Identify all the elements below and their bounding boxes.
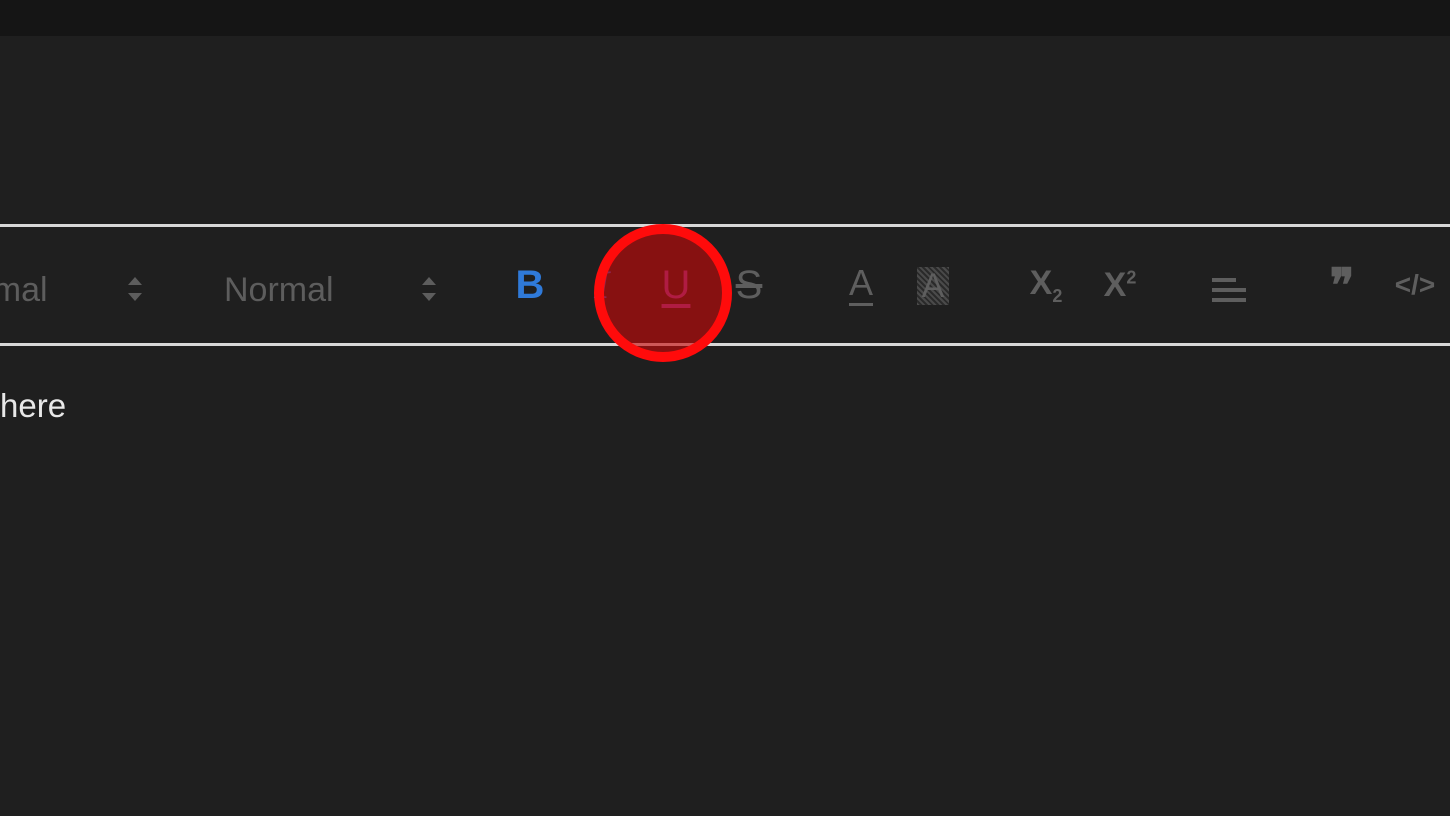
select-arrows-icon [422,277,436,301]
subscript-button[interactable]: X2 [1018,257,1074,313]
bold-icon: B [515,263,545,307]
quote-icon: ❞ [1329,259,1355,311]
italic-icon: I [594,262,610,307]
code-icon: </> [1394,269,1436,300]
superscript-x: X [1103,266,1127,304]
background-color-button[interactable]: A [910,259,956,313]
header-select-value: Normal [0,271,48,309]
code-button[interactable]: </> [1390,257,1440,313]
subscript-x: X [1029,263,1053,302]
subscript-2: 2 [1052,285,1063,306]
subscript-icon: X2 [1030,266,1063,305]
strikethrough-icon: S [735,263,763,307]
select-arrows-icon [128,277,142,301]
underline-button[interactable]: U [650,257,702,313]
font-color-button[interactable]: A [838,257,884,313]
editor-toolbar: Normal Normal B I U S A A X2 [0,224,1450,346]
size-select-value: Normal [224,271,334,309]
font-color-icon: A [848,264,873,306]
align-icon [1212,278,1246,302]
top-bar [0,0,1450,36]
editor-content[interactable]: here [0,389,66,422]
underline-icon: U [661,263,691,307]
superscript-button[interactable]: X2 [1092,257,1148,313]
italic-button[interactable]: I [580,257,624,313]
strike-button[interactable]: S [725,257,773,313]
bold-button[interactable]: B [505,257,555,313]
superscript-icon: X2 [1104,268,1137,302]
header-select[interactable]: Normal [0,227,160,343]
superscript-2: 2 [1126,267,1137,288]
background-color-icon: A [916,267,950,305]
blockquote-button[interactable]: ❞ [1316,257,1368,313]
align-button[interactable] [1204,265,1254,315]
size-select[interactable]: Normal [215,227,455,343]
